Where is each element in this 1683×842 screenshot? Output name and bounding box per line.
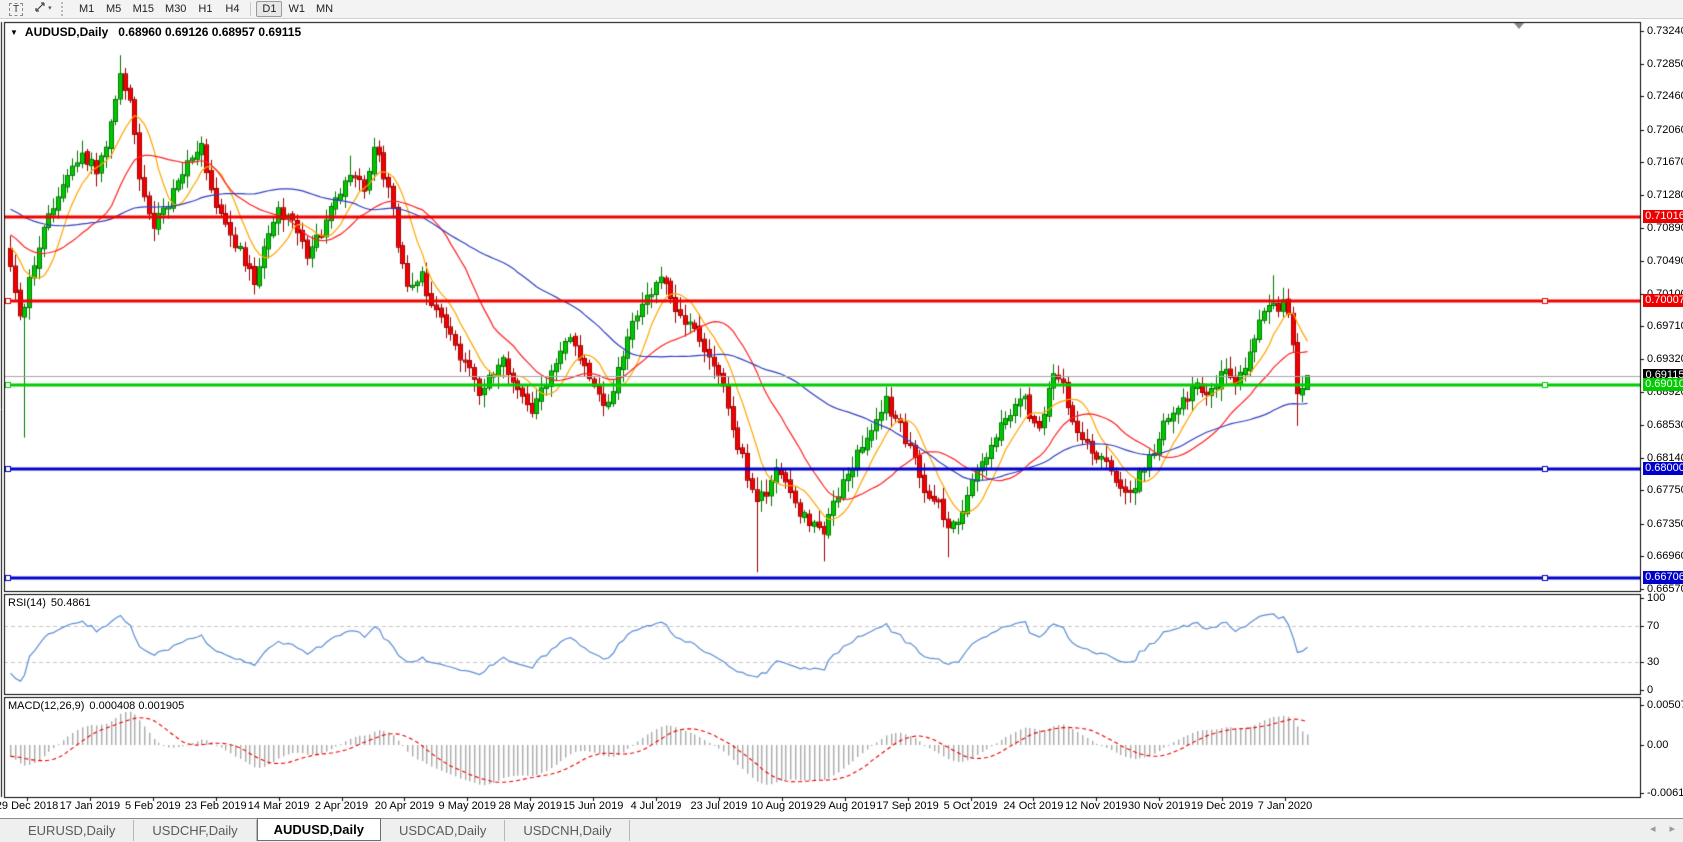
price-tick-label: 0.72460 — [1647, 90, 1683, 102]
chart-tab-usdcad[interactable]: USDCAD,Daily — [381, 820, 505, 841]
date-label: 4 Jul 2019 — [631, 800, 682, 812]
timeframe-button-h4[interactable]: H4 — [219, 1, 245, 17]
rsi-tick-label: 70 — [1647, 620, 1659, 632]
chart-symbol-label: AUDUSD,Daily — [25, 25, 108, 39]
timeframe-button-h1[interactable]: H1 — [192, 1, 218, 17]
price-badge-0.71016: 0.71016 — [1643, 210, 1683, 223]
price-badge-0.69010: 0.69010 — [1643, 378, 1683, 391]
chart-tab-bar: EURUSD,DailyUSDCHF,DailyAUDUSD,DailyUSDC… — [0, 818, 1683, 842]
arrows-tool-button[interactable]: ▾ — [29, 1, 57, 17]
chart-tab-audusd[interactable]: AUDUSD,Daily — [257, 818, 381, 841]
chart-ohlc-values: 0.68960 0.69126 0.68957 0.69115 — [118, 25, 301, 39]
date-label: 28 May 2019 — [498, 800, 562, 812]
date-label: 19 Dec 2019 — [1191, 800, 1253, 812]
date-label: 24 Oct 2019 — [1003, 800, 1063, 812]
diagonal-arrows-icon — [34, 1, 46, 17]
timeframe-button-d1[interactable]: D1 — [256, 1, 282, 17]
rsi-name: RSI(14) — [8, 597, 46, 609]
price-tick-label: 0.73240 — [1647, 25, 1683, 37]
price-tick-label: 0.69320 — [1647, 353, 1683, 365]
price-tick-label: 0.67350 — [1647, 518, 1683, 530]
tab-scroll-buttons: ◂ ▸ — [1650, 822, 1675, 835]
date-label: 12 Nov 2019 — [1065, 800, 1127, 812]
toolbar-grip — [61, 2, 68, 16]
date-label: 10 Aug 2019 — [751, 800, 813, 812]
macd-indicator-label: MACD(12,26,9) 0.000408 0.001905 — [8, 700, 184, 712]
toolbar: T ▾ M1M5M15M30H1H4 D1W1MN — [0, 0, 1683, 19]
price-badge-0.66706: 0.66706 — [1643, 571, 1683, 584]
chart-tab-eurusd[interactable]: EURUSD,Daily — [10, 820, 134, 841]
date-label: 15 Jun 2019 — [563, 800, 624, 812]
price-tick-label: 0.72060 — [1647, 124, 1683, 136]
rsi-indicator-label: RSI(14) 50.4861 — [8, 597, 91, 609]
macd-tick-label: -0.006148 — [1647, 787, 1683, 799]
rsi-tick-label: 30 — [1647, 656, 1659, 668]
price-tick-label: 0.67750 — [1647, 484, 1683, 496]
rsi-tick-label: 100 — [1647, 592, 1665, 604]
chart-tab-usdchf[interactable]: USDCHF,Daily — [134, 820, 256, 841]
tab-scroll-left-icon[interactable]: ◂ — [1650, 822, 1656, 835]
date-label: 20 Apr 2019 — [375, 800, 434, 812]
price-tick-label: 0.72850 — [1647, 58, 1683, 70]
date-label: 29 Dec 2018 — [0, 800, 58, 812]
date-label: 17 Jan 2019 — [60, 800, 121, 812]
timeframe-button-m1[interactable]: M1 — [74, 1, 100, 17]
price-tick-label: 0.71280 — [1647, 189, 1683, 201]
date-label: 29 Aug 2019 — [814, 800, 876, 812]
timeframe-button-m15[interactable]: M15 — [128, 1, 159, 17]
price-tick-label: 0.68530 — [1647, 419, 1683, 431]
price-chart-canvas[interactable] — [0, 0, 1683, 842]
text-tool-button[interactable]: T — [4, 1, 28, 17]
price-tick-label: 0.66960 — [1647, 550, 1683, 562]
timeframe-button-mn[interactable]: MN — [311, 1, 338, 17]
date-label: 23 Feb 2019 — [185, 800, 247, 812]
price-tick-label: 0.69710 — [1647, 320, 1683, 332]
chevron-down-icon: ▾ — [48, 2, 52, 16]
timeframe-button-group: M1M5M15M30H1H4 D1W1MN — [74, 1, 338, 17]
timeframe-button-m30[interactable]: M30 — [160, 1, 191, 17]
tab-scroll-right-icon[interactable]: ▸ — [1669, 822, 1675, 835]
chart-title: ▼ AUDUSD,Daily 0.68960 0.69126 0.68957 0.6… — [10, 25, 301, 39]
timeframe-button-m5[interactable]: M5 — [101, 1, 127, 17]
timeframe-button-w1[interactable]: W1 — [283, 1, 310, 17]
macd-tick-label: 0.00 — [1647, 739, 1668, 751]
date-label: 5 Feb 2019 — [125, 800, 181, 812]
price-tick-label: 0.70890 — [1647, 222, 1683, 234]
chart-tab-usdcnh[interactable]: USDCNH,Daily — [505, 820, 630, 841]
price-tick-label: 0.71670 — [1647, 156, 1683, 168]
date-label: 14 Mar 2019 — [248, 800, 310, 812]
macd-name: MACD(12,26,9) — [8, 700, 84, 712]
date-label: 9 May 2019 — [439, 800, 496, 812]
price-tick-label: 0.70490 — [1647, 255, 1683, 267]
date-label: 7 Jan 2020 — [1258, 800, 1312, 812]
rsi-tick-label: 0 — [1647, 684, 1653, 696]
date-label: 17 Sep 2019 — [876, 800, 938, 812]
date-label: 30 Nov 2019 — [1128, 800, 1190, 812]
price-badge-0.70007: 0.70007 — [1643, 294, 1683, 307]
macd-values: 0.000408 0.001905 — [89, 700, 184, 712]
price-badge-0.68000: 0.68000 — [1643, 462, 1683, 475]
date-label: 23 Jul 2019 — [690, 800, 747, 812]
chart-dropdown-icon[interactable]: ▼ — [10, 28, 18, 37]
toolbar-separator — [250, 2, 251, 16]
rsi-value: 50.4861 — [51, 597, 91, 609]
date-label: 5 Oct 2019 — [944, 800, 998, 812]
macd-tick-label: 0.005076 — [1647, 699, 1683, 711]
text-tool-icon: T — [9, 3, 23, 16]
date-label: 2 Apr 2019 — [315, 800, 368, 812]
